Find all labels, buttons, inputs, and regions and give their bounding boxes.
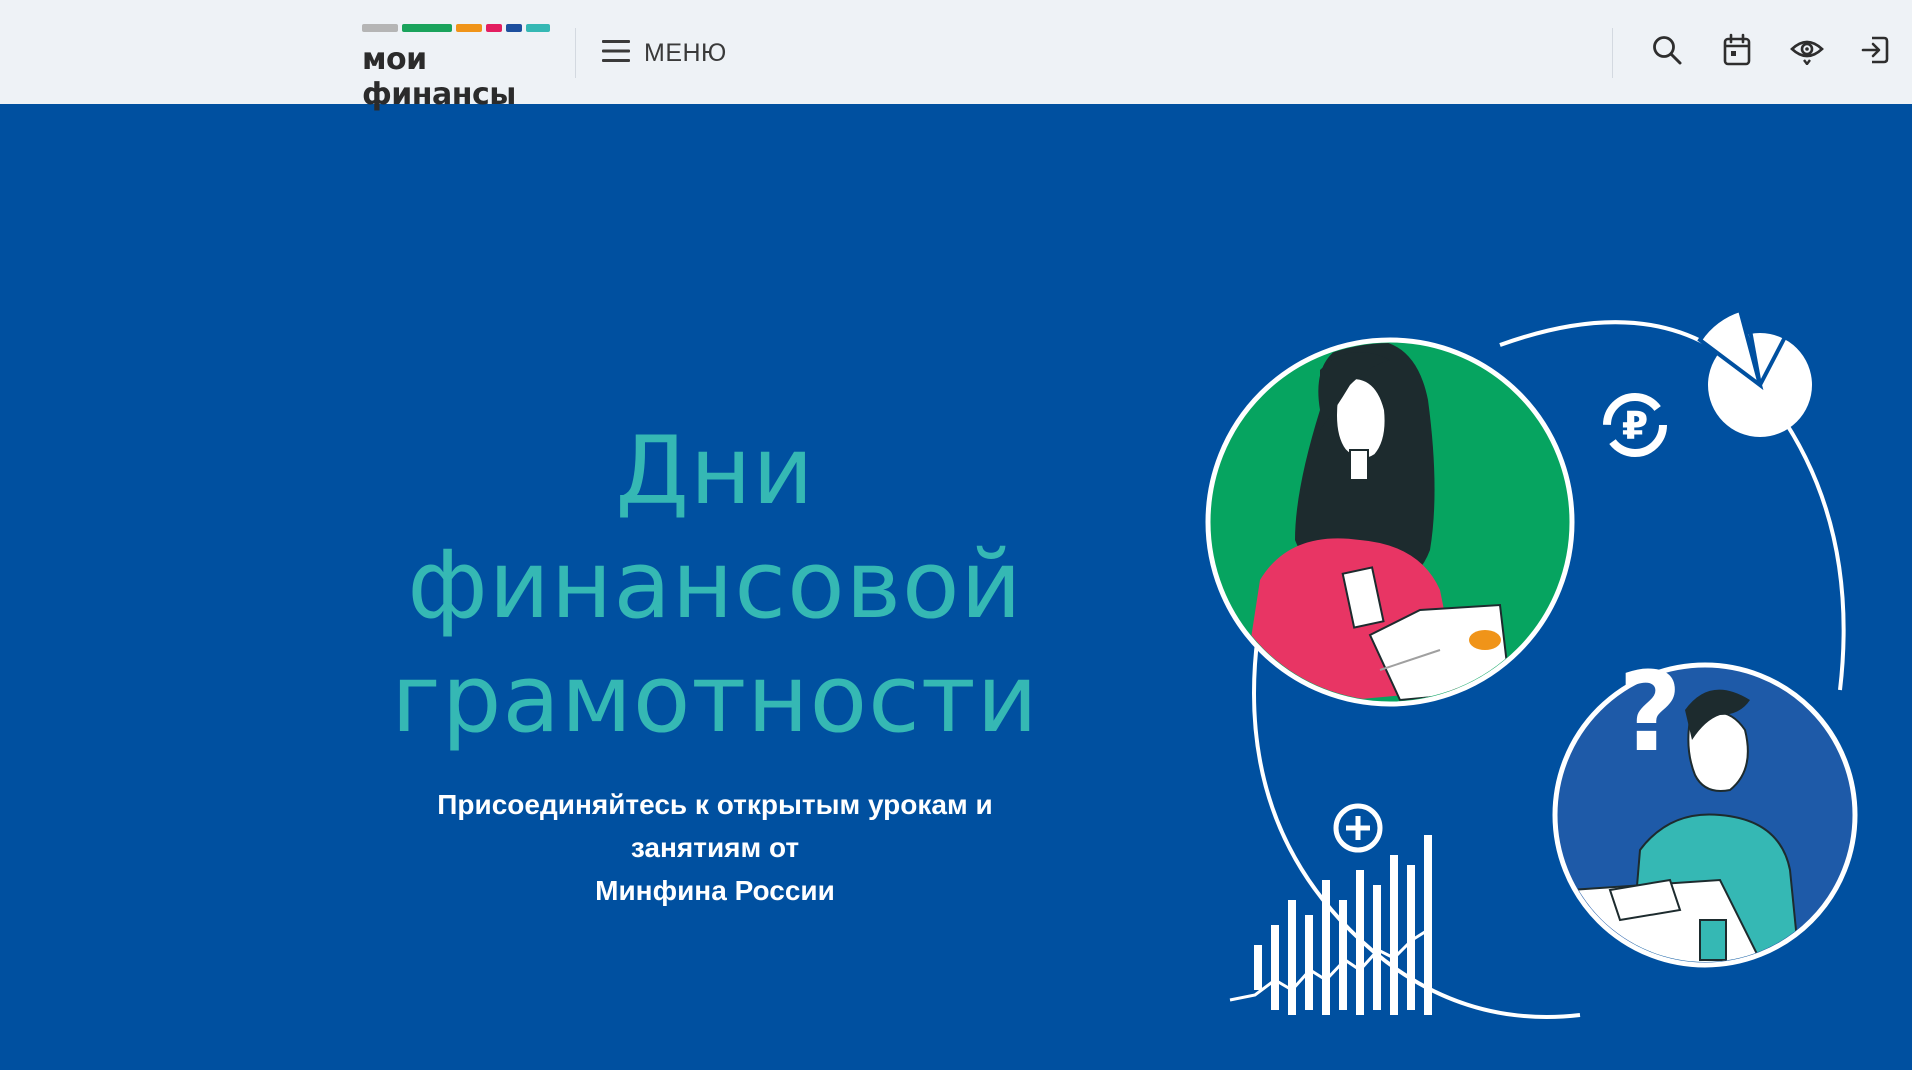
hero-title-line: Дни bbox=[615, 417, 815, 526]
ruble-exchange-icon: ₽ bbox=[1603, 393, 1667, 457]
hamburger-icon bbox=[602, 38, 630, 68]
bar-graph-icon bbox=[1254, 835, 1432, 1015]
green-circle-illustration bbox=[1205, 337, 1575, 707]
divider bbox=[1612, 28, 1613, 78]
search-icon bbox=[1651, 34, 1683, 70]
hero-title-line: финансовой bbox=[407, 531, 1023, 640]
plus-circle-icon bbox=[1333, 803, 1383, 853]
blue-circle-illustration bbox=[1552, 662, 1858, 968]
hero-subtitle: Присоединяйтесь к открытым урокам и заня… bbox=[385, 783, 1045, 912]
calendar-button[interactable] bbox=[1717, 32, 1757, 72]
hero-title: Дни финансовой грамотности bbox=[330, 415, 1100, 757]
login-button[interactable] bbox=[1855, 32, 1895, 72]
logo-color-bars bbox=[362, 24, 550, 32]
accessibility-eye-icon bbox=[1790, 35, 1824, 69]
pie-chart-icon bbox=[1697, 307, 1812, 437]
logo-text: мои финансы bbox=[362, 42, 516, 112]
calendar-icon bbox=[1722, 33, 1752, 71]
hero-title-line: грамотности bbox=[391, 645, 1039, 754]
logo[interactable]: мои финансы bbox=[362, 22, 550, 112]
divider bbox=[575, 28, 576, 78]
hero-subtitle-line: Минфина России bbox=[595, 875, 835, 906]
menu-label: МЕНЮ bbox=[644, 38, 727, 67]
accessibility-button[interactable] bbox=[1787, 32, 1827, 72]
hero-illustration: ₽ ? bbox=[1205, 307, 1858, 1019]
svg-text:₽: ₽ bbox=[1622, 404, 1648, 448]
search-button[interactable] bbox=[1647, 32, 1687, 72]
question-mark-icon: ? bbox=[1618, 648, 1682, 776]
menu-button[interactable]: МЕНЮ bbox=[602, 30, 727, 76]
top-bar: мои финансы МЕНЮ bbox=[0, 0, 1912, 112]
hero-subtitle-line: Присоединяйтесь к открытым урокам и заня… bbox=[437, 789, 993, 863]
login-icon bbox=[1860, 34, 1890, 70]
